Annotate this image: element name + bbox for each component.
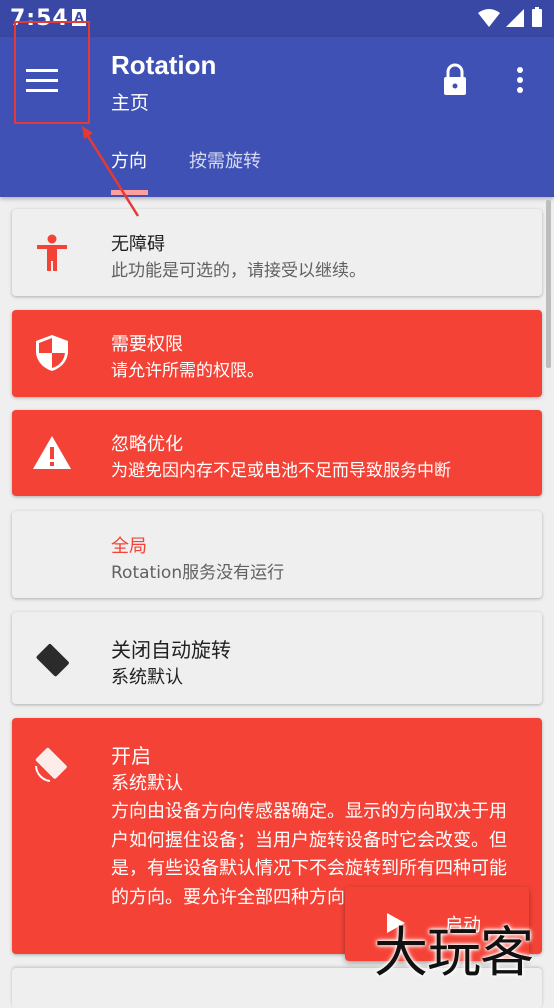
more-options-button[interactable] (505, 65, 535, 95)
card-title: 无障碍 (111, 234, 165, 255)
card-subtitle: 此功能是可选的，请接受以继续。 (111, 261, 366, 281)
signal-icon (506, 9, 524, 27)
card-title: 开启 (111, 744, 151, 768)
card-accessibility[interactable]: 无障碍 此功能是可选的，请接受以继续。 (12, 209, 542, 296)
more-vert-dot (517, 87, 523, 93)
card-subtitle: Rotation服务没有运行 (111, 563, 285, 583)
card-permission-required[interactable]: 需要权限 请允许所需的权限。 (12, 310, 542, 397)
tab-on-demand-rotation[interactable]: 按需旋转 (189, 147, 261, 173)
card-auto-rotate-off[interactable]: 关闭自动旋转 系统默认 (12, 612, 542, 704)
card-title: 全局 (111, 536, 147, 557)
annotation-highlight-box (14, 21, 90, 124)
card-subtitle: 请允许所需的权限。 (111, 361, 264, 381)
accessibility-icon (37, 234, 67, 271)
lock-icon[interactable] (440, 63, 470, 97)
card-global[interactable]: 全局 Rotation服务没有运行 (12, 511, 542, 598)
card-ignore-optimization[interactable]: 忽略优化 为避免因内存不足或电池不足而导致服务中断 (12, 410, 542, 496)
scrollbar[interactable] (546, 200, 551, 368)
wifi-icon (478, 9, 500, 27)
tab-orientation[interactable]: 方向 (111, 147, 147, 173)
battery-icon (532, 9, 542, 27)
card-subtitle: 为避免因内存不足或电池不足而导致服务中断 (111, 461, 451, 481)
page-subtitle: 主页 (111, 92, 150, 114)
warning-icon (33, 436, 71, 469)
card-subtitle: 系统默认 (111, 667, 183, 688)
more-vert-dot (517, 77, 523, 83)
card-subtitle: 系统默认 (111, 773, 183, 794)
status-icons (478, 7, 542, 27)
watermark: 大玩客 (374, 921, 534, 984)
tab-indicator (111, 190, 148, 195)
card-title: 关闭自动旋转 (111, 638, 231, 662)
security-shield-icon (36, 335, 68, 371)
card-title: 需要权限 (111, 334, 183, 355)
screen-rotation-icon (35, 747, 67, 782)
app-title: Rotation (111, 50, 217, 80)
more-vert-icon (517, 67, 523, 73)
card-title: 忽略优化 (111, 434, 183, 455)
screen-rotation-lock-icon (36, 643, 69, 677)
